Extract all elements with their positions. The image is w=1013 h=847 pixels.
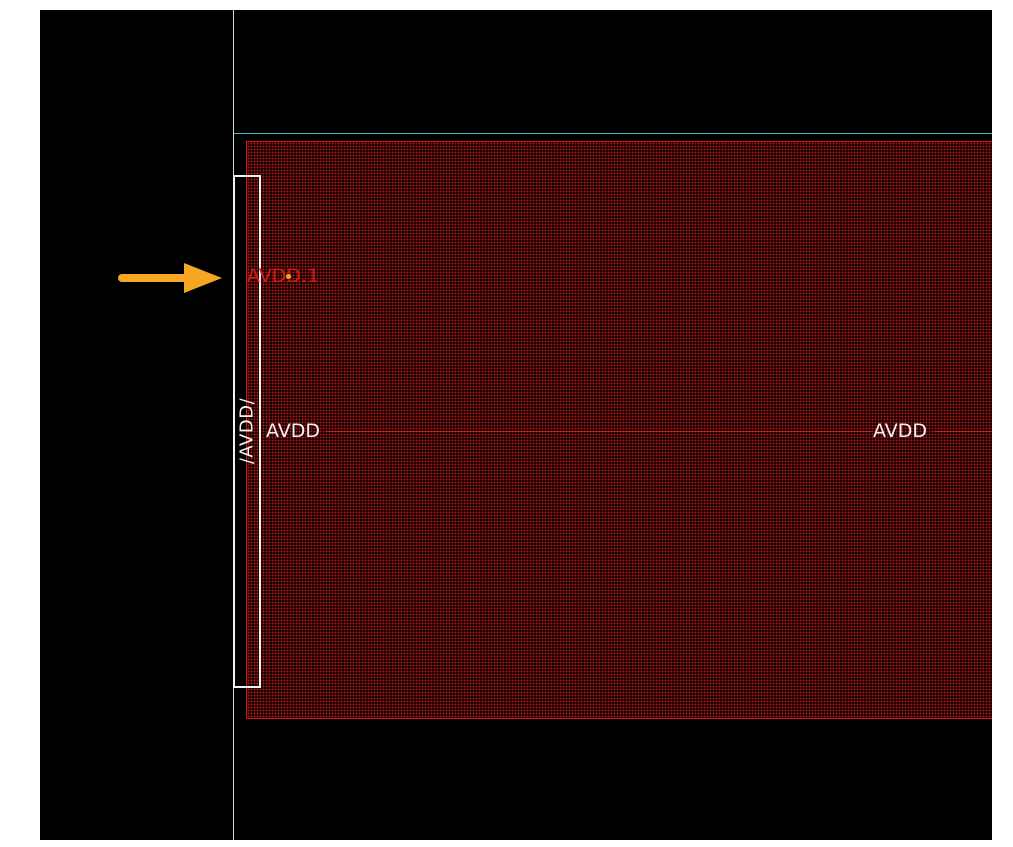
origin-marker	[286, 274, 291, 279]
boundary-edge-line	[234, 133, 992, 134]
arrow-head	[184, 263, 222, 293]
layout-viewport[interactable]: /AVDD/ AVDD AVDD AVDD.1	[40, 10, 992, 840]
arrow-right-icon	[118, 263, 222, 293]
net-label-left: AVDD	[266, 420, 321, 442]
net-label-right: AVDD	[873, 420, 928, 442]
screenshot-frame: /AVDD/ AVDD AVDD AVDD.1	[0, 0, 1013, 847]
pin-label: /AVDD/	[236, 397, 258, 465]
net-wire-right[interactable]	[934, 431, 992, 432]
net-wire[interactable]	[326, 431, 872, 432]
instance-label: AVDD.1	[247, 265, 320, 287]
